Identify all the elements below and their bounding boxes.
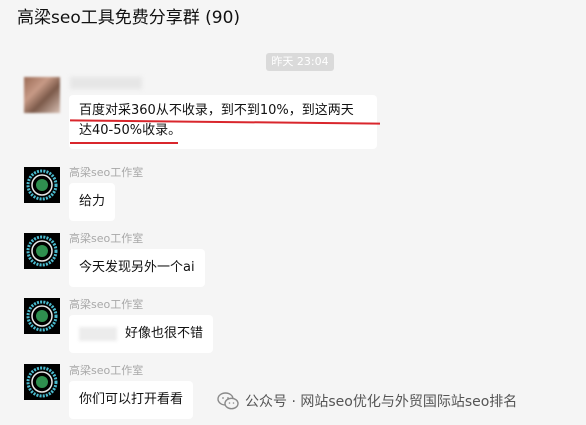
watermark-text: 公众号 · 网站seo优化与外贸国际站seo排名 xyxy=(245,394,518,410)
message-text: 好像也很不错 xyxy=(125,326,204,341)
sender-name: 高梁seo工作室 xyxy=(69,232,144,245)
sender-name: 高梁seo工作室 xyxy=(69,166,144,179)
watermark: 公众号 · 网站seo优化与外贸国际站seo排名 xyxy=(217,391,517,411)
timestamp-divider: 昨天 23:04 xyxy=(266,53,334,71)
chat-title[interactable]: 高梁seo工具免费分享群 (90) xyxy=(17,3,240,28)
message-line: 百度对采360从不收录，到不到10%，到这两天 xyxy=(79,103,354,118)
avatar[interactable] xyxy=(24,77,60,113)
avatar-icon xyxy=(26,300,58,332)
avatar-icon xyxy=(26,366,58,398)
wechat-icon xyxy=(217,392,239,410)
avatar-icon xyxy=(26,169,58,201)
avatar[interactable] xyxy=(24,364,60,400)
chat-header: 高梁seo工具免费分享群 (90) xyxy=(0,0,586,30)
avatar-icon xyxy=(26,235,58,267)
avatar[interactable] xyxy=(24,298,60,334)
avatar[interactable] xyxy=(24,233,60,269)
message-bubble[interactable]: 今天发现另外一个ai xyxy=(69,249,205,287)
sender-name: 高梁seo工作室 xyxy=(69,298,144,311)
avatar[interactable] xyxy=(24,167,60,203)
red-underline xyxy=(70,142,178,144)
redacted-content xyxy=(79,326,117,341)
sender-name: 高梁seo工作室 xyxy=(69,364,144,377)
message-bubble[interactable]: 好像也很不错 xyxy=(69,315,214,353)
message-bubble[interactable]: 给力 xyxy=(69,183,116,221)
sender-name-redacted xyxy=(70,77,142,89)
message-bubble[interactable]: 你们可以打开看看 xyxy=(69,381,194,419)
